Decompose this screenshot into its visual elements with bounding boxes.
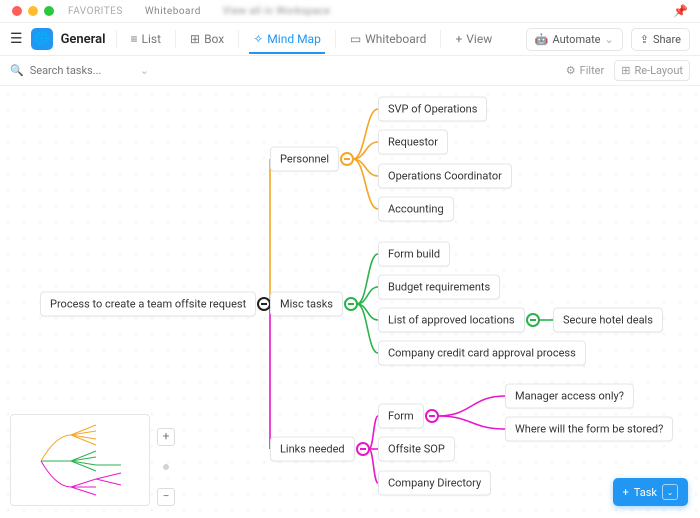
maximize-traffic-light[interactable]	[44, 6, 54, 16]
window-titlebar: FAVORITES Whiteboard View all in Workspa…	[0, 0, 700, 22]
whiteboard-tab[interactable]: Whiteboard	[137, 6, 209, 17]
minimap[interactable]	[10, 414, 150, 506]
view-whiteboard-label: Whiteboard	[365, 32, 426, 46]
filter-label: Filter	[580, 64, 605, 77]
node-personnel-child-1[interactable]: Requestor	[378, 130, 448, 155]
plus-icon: +	[623, 486, 629, 499]
chevron-down-icon: ⌄	[605, 33, 614, 46]
connector-root[interactable]	[257, 297, 271, 311]
node-misc-child-2[interactable]: List of approved locations	[378, 308, 525, 333]
view-mindmap[interactable]: ✧ Mind Map	[249, 26, 325, 54]
share-button[interactable]: ⇪ Share	[631, 28, 690, 51]
view-box[interactable]: ⊞ Box	[186, 26, 228, 52]
mindmap-canvas[interactable]: Process to create a team offsite request…	[0, 86, 700, 518]
view-whiteboard[interactable]: ▭ Whiteboard	[346, 26, 431, 52]
connector-misc-child-2[interactable]	[526, 313, 540, 327]
space-name[interactable]: General	[61, 32, 106, 47]
node-root[interactable]: Process to create a team offsite request	[40, 292, 256, 317]
zoom-handle[interactable]	[163, 464, 169, 470]
node-personnel[interactable]: Personnel	[270, 147, 339, 172]
whiteboard-icon: ▭	[350, 32, 361, 46]
favorites-tab[interactable]: FAVORITES	[60, 6, 131, 17]
list-icon: ≡	[131, 32, 138, 46]
main-toolbar: ☰ 🌐 General ≡ List ⊞ Box ✧ Mind Map ▭ Whiteb…	[0, 22, 700, 56]
node-personnel-child-0[interactable]: SVP of Operations	[378, 97, 487, 122]
search-icon: 🔍	[10, 64, 24, 77]
node-misc-child-1[interactable]: Budget requirements	[378, 275, 500, 300]
connector-links-child-0[interactable]	[425, 409, 439, 423]
relayout-button[interactable]: ⊞ Re-Layout	[614, 60, 690, 81]
relayout-label: Re-Layout	[634, 64, 683, 77]
separator	[116, 30, 117, 48]
node-misc[interactable]: Misc tasks	[270, 292, 343, 317]
mindmap-icon: ✧	[253, 32, 263, 46]
view-list[interactable]: ≡ List	[127, 26, 166, 52]
search-input[interactable]	[30, 64, 130, 77]
connector-personnel[interactable]	[340, 152, 354, 166]
zoom-in-button[interactable]: +	[157, 428, 175, 446]
pin-icon[interactable]: 📌	[673, 4, 688, 18]
view-list-label: List	[142, 32, 162, 46]
node-misc-child-3[interactable]: Company credit card approval process	[378, 341, 586, 366]
share-label: Share	[653, 33, 681, 46]
task-button-label: Task	[634, 486, 657, 499]
node-links-child-2[interactable]: Company Directory	[378, 471, 491, 496]
plus-icon: +	[455, 32, 462, 46]
zoom-controls: + −	[155, 428, 177, 506]
node-links-child-0[interactable]: Form	[378, 404, 424, 429]
new-task-button[interactable]: + Task ⌄	[613, 478, 688, 506]
sub-toolbar: 🔍 ⌄ ⚙ Filter ⊞ Re-Layout	[0, 56, 700, 86]
node-personnel-child-3[interactable]: Accounting	[378, 197, 454, 222]
close-traffic-light[interactable]	[12, 6, 22, 16]
minimize-traffic-light[interactable]	[28, 6, 38, 16]
connector-links[interactable]	[356, 442, 370, 456]
zoom-out-button[interactable]: −	[157, 488, 175, 506]
box-icon: ⊞	[190, 32, 200, 46]
node-links-grand-0-0[interactable]: Manager access only?	[505, 384, 634, 409]
chevron-down-icon[interactable]: ⌄	[140, 64, 149, 77]
space-avatar[interactable]: 🌐	[31, 28, 53, 50]
node-links[interactable]: Links needed	[270, 437, 355, 462]
search-box[interactable]: 🔍 ⌄	[10, 64, 149, 77]
node-misc-grand-2-0[interactable]: Secure hotel deals	[553, 308, 663, 333]
blurred-tab[interactable]: View all in Workspace	[215, 6, 338, 17]
relayout-icon: ⊞	[621, 64, 630, 77]
task-more-icon[interactable]: ⌄	[662, 484, 678, 500]
connector-misc[interactable]	[344, 297, 358, 311]
share-icon: ⇪	[640, 33, 649, 46]
view-add-label: View	[466, 32, 492, 46]
automate-label: Automate	[553, 33, 601, 46]
view-mindmap-label: Mind Map	[267, 32, 321, 46]
robot-icon: 🤖	[535, 33, 549, 46]
view-box-label: Box	[204, 32, 224, 46]
filter-icon: ⚙	[566, 64, 576, 77]
node-misc-child-0[interactable]: Form build	[378, 242, 450, 267]
menu-icon[interactable]: ☰	[10, 31, 23, 47]
node-personnel-child-2[interactable]: Operations Coordinator	[378, 164, 512, 189]
filter-button[interactable]: ⚙ Filter	[566, 64, 604, 77]
view-add[interactable]: + View	[451, 26, 496, 52]
node-links-grand-0-1[interactable]: Where will the form be stored?	[505, 417, 673, 442]
node-links-child-1[interactable]: Offsite SOP	[378, 437, 455, 462]
automate-button[interactable]: 🤖 Automate ⌄	[526, 28, 623, 51]
